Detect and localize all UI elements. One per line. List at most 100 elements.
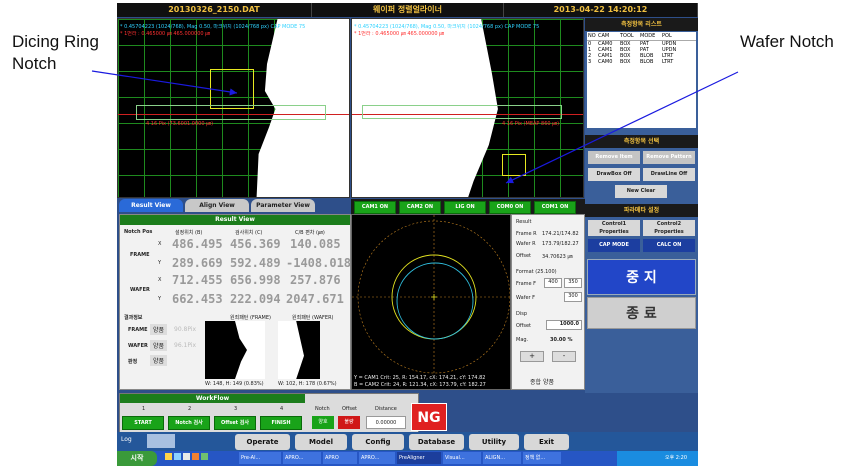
taskbar-item[interactable]: ALIGN... bbox=[483, 452, 521, 464]
disp-offset-field[interactable]: 1000.0 bbox=[546, 320, 582, 330]
app-window: 20130326_2150.DAT 웨이퍼 정렬얼라이너 2013-04-22 … bbox=[117, 3, 698, 450]
quick-launch-icon[interactable] bbox=[174, 453, 181, 460]
quick-launch-icon[interactable] bbox=[183, 453, 190, 460]
notch-state: 양호 bbox=[312, 416, 334, 429]
mag-value: 30.00 % bbox=[550, 337, 573, 343]
bottom-nav: Log Operate Model Config Database Utilit… bbox=[117, 432, 698, 451]
roi-box bbox=[210, 69, 254, 109]
wafer-state: 양품 bbox=[150, 340, 168, 351]
col-c-header: 검사위치 (C) bbox=[235, 230, 263, 236]
quick-launch-icon[interactable] bbox=[201, 453, 208, 460]
measure-band bbox=[136, 105, 326, 120]
zoom-minus-button[interactable]: - bbox=[552, 351, 576, 362]
operate-button[interactable]: Operate bbox=[235, 434, 290, 450]
dicing-ring-notch-annotation: Dicing Ring Notch bbox=[12, 32, 99, 73]
model-button[interactable]: Model bbox=[295, 434, 347, 450]
frame-y-c: 592.489 bbox=[230, 256, 281, 270]
total-label: 판정 bbox=[128, 359, 138, 365]
offset-state: 불량 bbox=[338, 416, 360, 429]
frame-x-c: 456.369 bbox=[230, 237, 281, 251]
tab-parameter-view[interactable]: Parameter View bbox=[251, 199, 315, 212]
wafer-label: WAFER bbox=[130, 287, 150, 293]
list-item[interactable]: 3 CAM0 BOX BLOB LTRT bbox=[587, 59, 696, 65]
frame-f2-field[interactable]: 350 bbox=[564, 278, 582, 288]
frame-f1-field[interactable]: 400 bbox=[544, 278, 562, 288]
wafer-pattern-image bbox=[278, 321, 320, 379]
final-result: 종합 양품 bbox=[530, 379, 554, 386]
drawbox-off-button[interactable]: DrawBox Off bbox=[588, 168, 640, 181]
img-wafer-label: 원죄패턴 (WAFER) bbox=[292, 315, 334, 321]
exit-control-button[interactable]: 종 료 bbox=[587, 297, 696, 329]
utility-button[interactable]: Utility bbox=[469, 434, 519, 450]
cap-mode-button[interactable]: CAP MODE bbox=[588, 239, 640, 252]
circle-plot[interactable]: Y = CAM1 Crit: 25, R: 154.17, cX: 174.21… bbox=[351, 214, 511, 390]
measure-select-title: 측정항목 선택 bbox=[585, 135, 698, 148]
result-view-title: Result View bbox=[120, 215, 350, 225]
distance-value: 0.00000 bbox=[366, 416, 406, 429]
taskbar-item[interactable]: 정책 없... bbox=[523, 452, 561, 464]
frame-pattern-image bbox=[205, 321, 265, 379]
com0-on-button[interactable]: COM0 ON bbox=[489, 201, 531, 214]
camera-view-right[interactable]: * 0.45704223 (1024/768), Mag 0.50, 마크위치 … bbox=[351, 18, 584, 198]
remove-item-button[interactable]: Remove Item bbox=[588, 151, 640, 164]
drawline-off-button[interactable]: DrawLine Off bbox=[643, 168, 695, 181]
zoom-plus-button[interactable]: + bbox=[520, 351, 544, 362]
workflow-notch-button[interactable]: Notch 검사 bbox=[168, 416, 210, 430]
clock: 오후 2:20 bbox=[665, 455, 688, 461]
quick-launch-icon[interactable] bbox=[192, 453, 199, 460]
cam1-on-button[interactable]: CAM1 ON bbox=[354, 201, 396, 214]
config-button[interactable]: Config bbox=[352, 434, 404, 450]
workflow-title: WorkFlow bbox=[120, 394, 305, 403]
database-button[interactable]: Database bbox=[409, 434, 464, 450]
cam2-on-button[interactable]: CAM2 ON bbox=[399, 201, 441, 214]
workflow-offset-button[interactable]: Offset 검사 bbox=[214, 416, 256, 430]
remove-pattern-button[interactable]: Remove Pattern bbox=[643, 151, 695, 164]
log-field[interactable] bbox=[147, 434, 175, 448]
cam-right-ruler: 4 16 Pix (MEAP 860 ㎛) bbox=[502, 121, 560, 127]
ng-result: NG bbox=[411, 403, 447, 431]
log-label[interactable]: Log bbox=[121, 436, 132, 443]
measure-list[interactable]: NO CAM TOOL MODE POL 0 CAM0 BOX PAT UPDN 1 CAM1 BO… bbox=[587, 32, 696, 128]
quick-launch-icon[interactable] bbox=[165, 453, 172, 460]
total-state: 양품 bbox=[150, 355, 168, 366]
lig-on-button[interactable]: LIG ON bbox=[444, 201, 486, 214]
measure-band-right bbox=[362, 105, 562, 119]
circle-plot-svg bbox=[352, 215, 511, 375]
frame-x-d: 140.085 bbox=[290, 237, 341, 251]
taskbar-item[interactable]: APRO bbox=[323, 452, 357, 464]
stop-button[interactable]: 중 지 bbox=[587, 259, 696, 295]
control2-properties-button[interactable]: Control2 Properties bbox=[643, 220, 695, 236]
col-b-header: 설정위치 (B) bbox=[175, 230, 203, 236]
frame-caption: W: 148, H: 149 (0.83%) bbox=[205, 381, 264, 387]
control1-properties-button[interactable]: Control1 Properties bbox=[588, 220, 640, 236]
measure-list-title: 측정항목 리스트 bbox=[585, 18, 698, 31]
start-button[interactable]: 시작 bbox=[117, 451, 157, 466]
com1-on-button[interactable]: COM1 ON bbox=[534, 201, 576, 214]
frame-pct: 90.8Pix bbox=[174, 326, 197, 333]
plot-info-2: B = CAM2 Crit: 24, R: 121.34, cX: 173.79… bbox=[354, 382, 486, 388]
wafer-x-c: 656.998 bbox=[230, 273, 281, 287]
workflow-finish-button[interactable]: FINISH bbox=[260, 416, 302, 430]
camera-view-left[interactable]: * 0.45704223 (1024/768), Mag 0.50, 마크위치 … bbox=[117, 18, 350, 198]
taskbar-item[interactable]: PreAligner bbox=[397, 452, 441, 464]
tab-align-view[interactable]: Align View bbox=[185, 199, 249, 212]
calc-on-button[interactable]: CALC ON bbox=[643, 239, 695, 252]
wafer-pct: 96.1Pix bbox=[174, 342, 197, 349]
notch-pos-label: Notch Pos bbox=[124, 229, 153, 235]
param-set-title: 파라메타 설정 bbox=[585, 204, 698, 217]
exit-nav-button[interactable]: Exit bbox=[524, 434, 569, 450]
tab-result-view[interactable]: Result View bbox=[119, 199, 183, 212]
side-panel: 측정항목 리스트 NO CAM TOOL MODE POL 0 CAM0 BOX PAT UPD… bbox=[585, 18, 698, 393]
cam-left-info1: * 0.45704223 (1024/768), Mag 0.50, 마크위치 … bbox=[120, 24, 306, 30]
taskbar-item[interactable]: Visual... bbox=[443, 452, 481, 464]
img-frame-label: 원죄패턴 (FRAME) bbox=[230, 315, 271, 321]
taskbar-item[interactable]: APRO... bbox=[283, 452, 321, 464]
taskbar-item[interactable]: APRO... bbox=[359, 452, 395, 464]
taskbar-item[interactable]: Pre-Al... bbox=[239, 452, 281, 464]
cam-left-info2: * 1번라 : 0.465000 ㎛ 465.000000 ㎛ bbox=[120, 31, 211, 37]
new-clear-button[interactable]: New Clear bbox=[615, 185, 667, 198]
wafer-y-d: 2047.671 bbox=[286, 292, 344, 306]
wafer-f-field[interactable]: 300 bbox=[564, 292, 582, 302]
workflow-start-button[interactable]: START bbox=[122, 416, 164, 430]
col-d-header: C/B 편차 (㎛) bbox=[295, 230, 325, 236]
